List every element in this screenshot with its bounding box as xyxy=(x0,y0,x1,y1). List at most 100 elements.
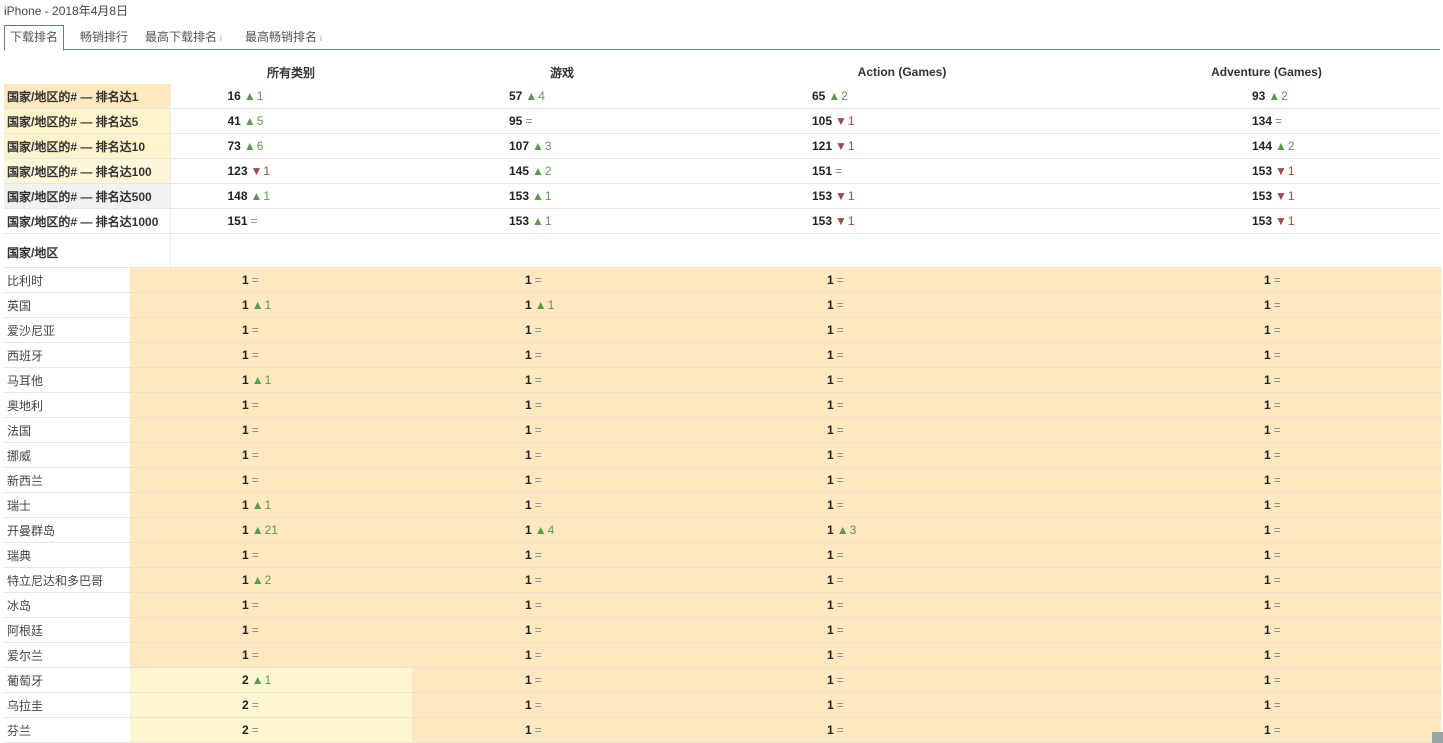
country-row[interactable]: 开曼群岛 1 ▲21 1 ▲4 1 ▲3 1 = xyxy=(4,517,1441,543)
up-arrow-icon: ▲ xyxy=(532,139,544,153)
up-arrow-icon: ▲ xyxy=(532,214,544,228)
rank-value: 1 xyxy=(827,573,834,587)
country-row[interactable]: 挪威 1 = 1 = 1 = 1 = xyxy=(4,442,1441,468)
rank-value: 1 xyxy=(242,573,249,587)
up-arrow-icon: ▲ xyxy=(828,89,841,103)
country-row[interactable]: 阿根廷 1 = 1 = 1 = 1 = xyxy=(4,617,1441,643)
rank-change: 2 xyxy=(1287,139,1295,153)
rank-cell: 1 = xyxy=(412,417,712,443)
rank-value: 1 xyxy=(242,523,249,537)
rank-value: 57 xyxy=(509,89,523,103)
country-row[interactable]: 法国 1 = 1 = 1 = 1 = xyxy=(4,417,1441,443)
country-name[interactable]: 阿根廷 xyxy=(4,617,130,643)
rank-cell: 16 ▲1 xyxy=(169,84,412,109)
country-row[interactable]: 瑞士 1 ▲1 1 = 1 = 1 = xyxy=(4,492,1441,518)
rank-value: 95 xyxy=(509,114,523,128)
rank-cell: 1 = xyxy=(1092,467,1441,493)
country-name[interactable]: 开曼群岛 xyxy=(4,517,130,543)
country-row[interactable]: 冰岛 1 = 1 = 1 = 1 = xyxy=(4,592,1441,618)
rank-value: 1 xyxy=(525,348,532,362)
country-name[interactable]: 英国 xyxy=(4,292,130,318)
country-name[interactable]: 新西兰 xyxy=(4,467,130,493)
country-row[interactable]: 奥地利 1 = 1 = 1 = 1 = xyxy=(4,392,1441,418)
rank-value: 153 xyxy=(509,189,530,203)
country-row[interactable]: 特立尼达和多巴哥 1 ▲2 1 = 1 = 1 = xyxy=(4,567,1441,593)
up-arrow-icon: ▲ xyxy=(1275,139,1287,153)
equal-icon: = xyxy=(1273,498,1281,512)
summary-row-label: 国家/地区的# — 排名达10 xyxy=(4,133,170,159)
column-header[interactable]: 游戏 xyxy=(412,60,712,84)
country-row[interactable]: 西班牙 1 = 1 = 1 = 1 = xyxy=(4,342,1441,368)
column-header[interactable]: Adventure (Games) xyxy=(1092,60,1441,84)
rank-change: 1 xyxy=(1287,189,1295,203)
country-row[interactable]: 新西兰 1 = 1 = 1 = 1 = xyxy=(4,467,1441,493)
country-row[interactable]: 乌拉圭 2 = 1 = 1 = 1 = xyxy=(4,692,1441,718)
rank-value: 1 xyxy=(525,523,532,537)
country-row[interactable]: 爱沙尼亚 1 = 1 = 1 = 1 = xyxy=(4,317,1441,343)
tab-top-downloads[interactable]: 最高下载排名 i xyxy=(140,25,227,49)
equal-icon: = xyxy=(836,598,844,612)
rank-value: 1 xyxy=(525,448,532,462)
rank-cell: 153 ▼1 xyxy=(712,183,1092,209)
country-name[interactable]: 冰岛 xyxy=(4,592,130,618)
rank-value: 1 xyxy=(242,273,249,287)
country-name[interactable]: 奥地利 xyxy=(4,392,130,418)
rank-cell: 1 = xyxy=(712,592,1092,618)
rank-cell: 1 = xyxy=(712,292,1092,318)
country-name[interactable]: 爱尔兰 xyxy=(4,642,130,668)
country-row[interactable]: 英国 1 ▲1 1 ▲1 1 = 1 = xyxy=(4,292,1441,318)
rank-cell: 153 ▼1 xyxy=(712,208,1092,234)
rank-cell: 1 = xyxy=(412,592,712,618)
info-icon: i xyxy=(320,34,322,43)
rank-change: 4 xyxy=(547,523,555,537)
country-name[interactable]: 芬兰 xyxy=(4,717,130,743)
rank-value: 16 xyxy=(227,89,241,103)
column-header[interactable]: Action (Games) xyxy=(712,60,1092,84)
equal-icon: = xyxy=(251,273,259,287)
rank-change: 3 xyxy=(544,139,552,153)
country-row[interactable]: 葡萄牙 2 ▲1 1 = 1 = 1 = xyxy=(4,667,1441,693)
country-row[interactable]: 瑞典 1 = 1 = 1 = 1 = xyxy=(4,542,1441,568)
rank-value: 1 xyxy=(1264,598,1271,612)
country-name[interactable]: 乌拉圭 xyxy=(4,692,130,718)
country-row[interactable]: 比利时 1 = 1 = 1 = 1 = xyxy=(4,267,1441,293)
column-header[interactable]: 所有类别 xyxy=(170,60,412,84)
equal-icon: = xyxy=(251,423,259,437)
country-name[interactable]: 葡萄牙 xyxy=(4,667,130,693)
country-row[interactable]: 芬兰 2 = 1 = 1 = 1 = xyxy=(4,717,1441,743)
equal-icon: = xyxy=(1273,373,1281,387)
equal-icon: = xyxy=(1273,273,1281,287)
rank-value: 1 xyxy=(1264,698,1271,712)
country-name[interactable]: 瑞士 xyxy=(4,492,130,518)
country-name[interactable]: 马耳他 xyxy=(4,367,130,393)
country-row[interactable]: 爱尔兰 1 = 1 = 1 = 1 = xyxy=(4,642,1441,668)
rank-cell: 1 = xyxy=(412,667,712,693)
rank-value: 107 xyxy=(509,139,530,153)
country-name[interactable]: 西班牙 xyxy=(4,342,130,368)
country-row[interactable]: 马耳他 1 ▲1 1 = 1 = 1 = xyxy=(4,367,1441,393)
country-name[interactable]: 爱沙尼亚 xyxy=(4,317,130,343)
country-name[interactable]: 法国 xyxy=(4,417,130,443)
country-name[interactable]: 比利时 xyxy=(4,267,130,293)
rank-cell: 134 = xyxy=(1092,108,1441,134)
equal-icon: = xyxy=(836,573,844,587)
equal-icon: = xyxy=(534,723,542,737)
scroll-corner-icon[interactable] xyxy=(1432,732,1443,743)
rank-cell: 1 = xyxy=(1092,717,1441,743)
tab-top-grossing[interactable]: 最高畅销排名 i xyxy=(240,25,327,49)
country-name[interactable]: 瑞典 xyxy=(4,542,130,568)
equal-icon: = xyxy=(251,723,259,737)
equal-icon: = xyxy=(534,273,542,287)
rank-cell: 121 ▼1 xyxy=(712,133,1092,159)
rank-value: 151 xyxy=(227,214,248,228)
country-name[interactable]: 挪威 xyxy=(4,442,130,468)
tab-grossing[interactable]: 畅销排行 xyxy=(75,25,133,49)
country-name[interactable]: 特立尼达和多巴哥 xyxy=(4,567,130,593)
rank-value: 65 xyxy=(812,89,826,103)
tab-downloads[interactable]: 下载排名 xyxy=(4,25,65,51)
rank-change: 1 xyxy=(847,139,855,153)
rank-value: 1 xyxy=(525,298,532,312)
up-arrow-icon: ▲ xyxy=(243,114,256,128)
rank-value: 1 xyxy=(1264,323,1271,337)
rank-value: 1 xyxy=(827,648,834,662)
